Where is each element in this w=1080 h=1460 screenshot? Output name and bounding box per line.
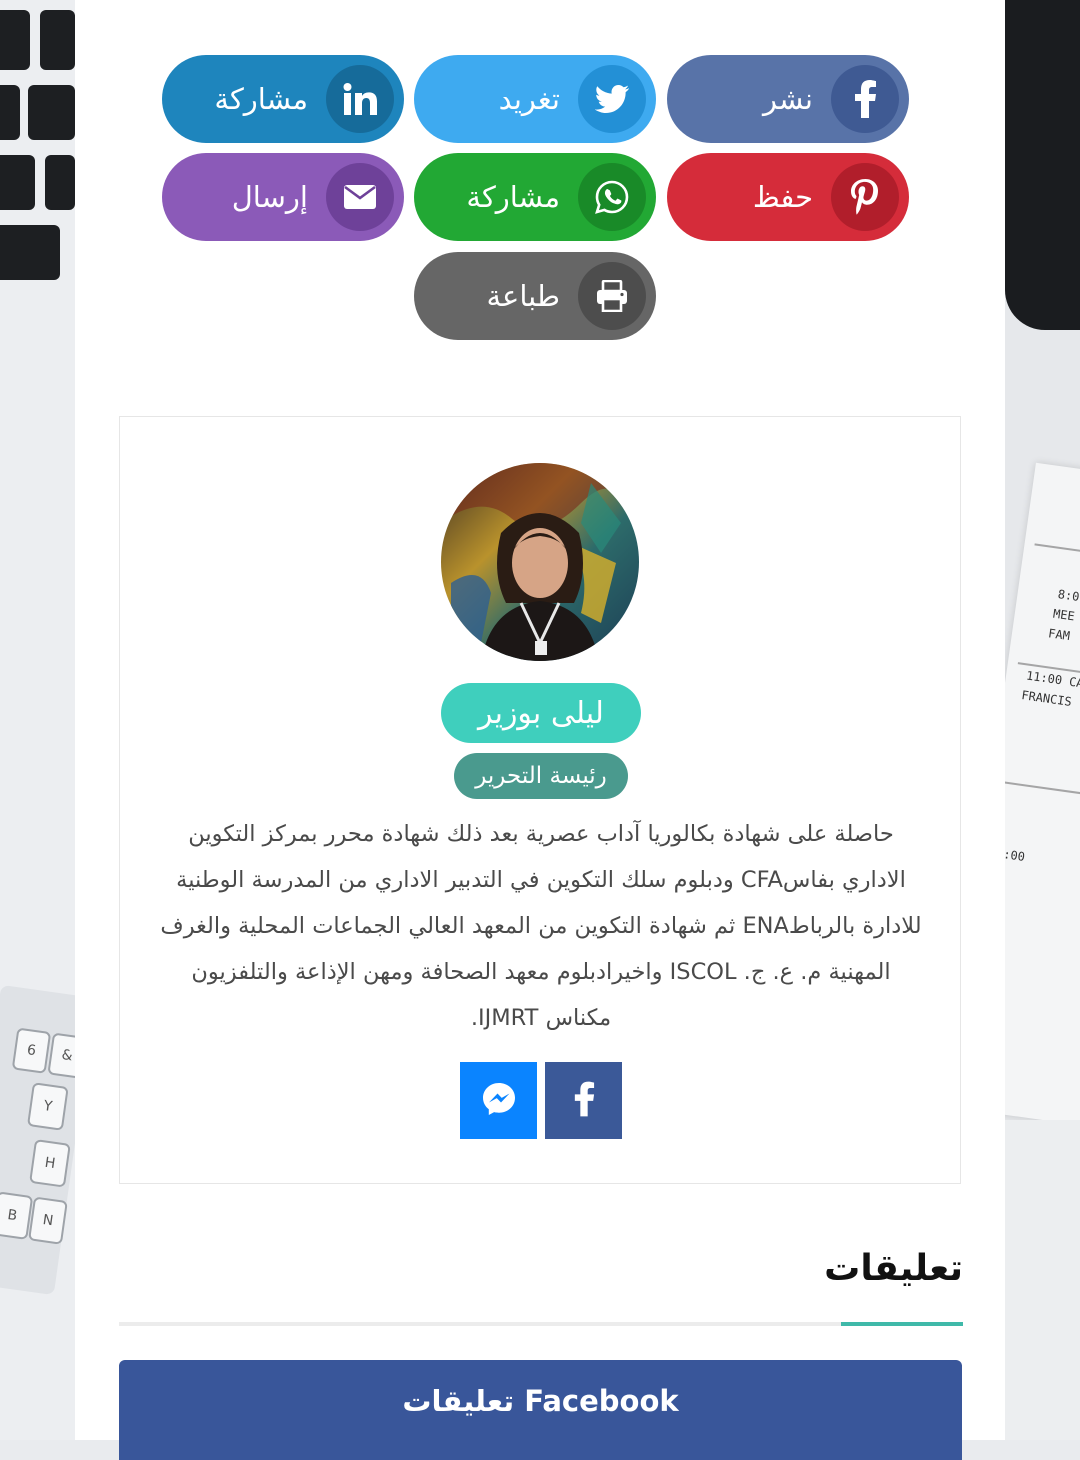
printer-icon — [578, 262, 646, 330]
author-name[interactable]: ليلى بوزير — [441, 683, 641, 743]
share-pinterest-button[interactable]: حفظ — [667, 153, 909, 241]
background-right: 8:00 MEE FAM 11:00 CA FRANCIS 5:00 — [945, 0, 1080, 1440]
share-twitter-label: تغريد — [498, 82, 560, 116]
share-whatsapp-button[interactable]: مشاركة — [414, 153, 656, 241]
share-facebook-button[interactable]: نشر — [667, 55, 909, 143]
share-linkedin-label: مشاركة — [214, 82, 308, 116]
background-left: 6 & Y H B N — [0, 0, 96, 1440]
share-linkedin-button[interactable]: مشاركة — [162, 55, 404, 143]
linkedin-icon — [326, 65, 394, 133]
share-pinterest-label: حفظ — [752, 180, 813, 214]
twitter-icon — [578, 65, 646, 133]
envelope-icon — [326, 163, 394, 231]
article-footer: نشر تغريد مشاركة حفظ مشاركة إرسال طباعة … — [75, 0, 1005, 1460]
print-button[interactable]: طباعة — [414, 252, 656, 340]
laptop-keyboard-image — [0, 0, 75, 290]
pinterest-icon — [831, 163, 899, 231]
facebook-comments-tab[interactable]: تعليقات Facebook — [119, 1360, 962, 1460]
author-facebook-link[interactable] — [545, 1062, 622, 1139]
share-whatsapp-label: مشاركة — [466, 180, 560, 214]
author-bio: حاصلة على شهادة بكالوريا آداب عصرية بعد … — [160, 821, 922, 1031]
phone-image — [1005, 0, 1080, 330]
author-avatar[interactable] — [441, 463, 639, 661]
share-facebook-label: نشر — [763, 82, 813, 116]
facebook-comments-label: تعليقات Facebook — [402, 1384, 679, 1418]
facebook-icon — [831, 65, 899, 133]
comments-divider-accent — [841, 1322, 963, 1326]
comments-divider — [119, 1322, 962, 1326]
share-email-button[interactable]: إرسال — [162, 153, 404, 241]
whatsapp-icon — [578, 163, 646, 231]
facebook-icon — [573, 1080, 595, 1122]
share-email-label: إرسال — [231, 180, 308, 214]
author-messenger-link[interactable] — [460, 1062, 537, 1139]
share-twitter-button[interactable]: تغريد — [414, 55, 656, 143]
comments-heading: تعليقات — [824, 1248, 963, 1289]
background-desk-bottom — [1005, 1120, 1080, 1440]
print-label: طباعة — [486, 279, 560, 313]
author-box: ليلى بوزير رئيسة التحرير حاصلة على شهادة… — [119, 416, 961, 1184]
author-role-badge: رئيسة التحرير — [454, 753, 628, 799]
messenger-icon — [481, 1081, 517, 1121]
